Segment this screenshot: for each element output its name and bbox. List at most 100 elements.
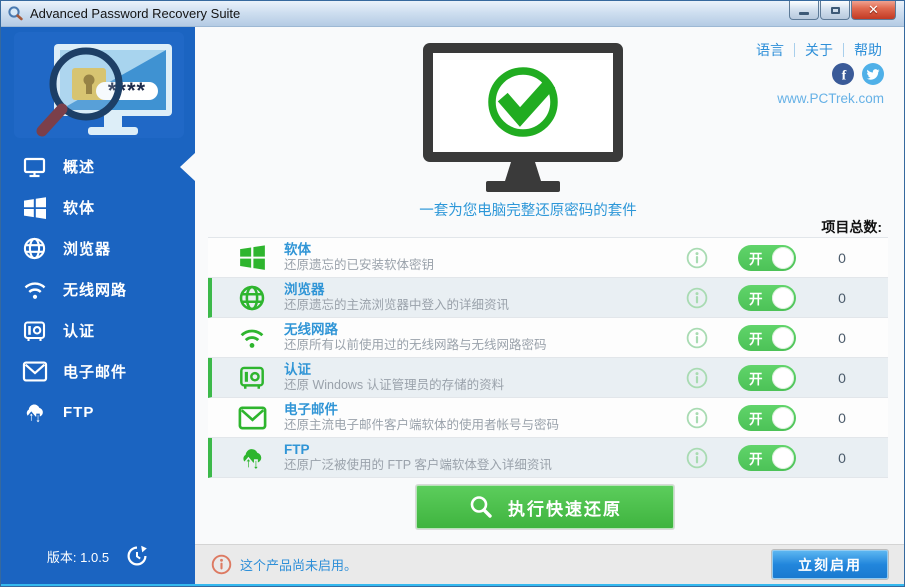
main-panel: 语言 关于 帮助 f www.PCTrek.com xyxy=(195,27,904,584)
feature-title: 认证 xyxy=(284,362,676,378)
feature-title: FTP xyxy=(284,442,676,458)
sidebar-item-label: 电子邮件 xyxy=(63,361,127,382)
envelope-icon xyxy=(21,361,48,382)
maximize-button[interactable] xyxy=(820,1,850,20)
facebook-icon[interactable]: f xyxy=(832,63,854,90)
cloud-ftp-icon xyxy=(21,400,48,425)
logo-illustration: **** xyxy=(14,32,184,138)
warning-info-icon xyxy=(211,554,232,575)
toggle-label: 开 xyxy=(749,288,763,308)
toggle-switch[interactable]: 开 xyxy=(738,245,796,271)
feature-row-software: 软体 还原遗忘的已安装软体密钥 开 0 xyxy=(208,238,888,278)
sidebar-item-email[interactable]: 电子邮件 xyxy=(1,351,195,392)
wifi-icon xyxy=(21,279,48,301)
feature-desc: 还原所有以前使用过的无线网路与无线网路密码 xyxy=(284,338,676,353)
sidebar-item-ftp[interactable]: FTP xyxy=(1,392,195,433)
toggle-switch[interactable]: 开 xyxy=(738,445,796,471)
hero-caption: 一套为您电脑完整还原密码的套件 xyxy=(323,199,733,220)
sidebar-item-overview[interactable]: 概述 xyxy=(1,146,195,187)
help-link[interactable]: 帮助 xyxy=(854,40,882,60)
toggle-switch[interactable]: 开 xyxy=(738,405,796,431)
website-link[interactable]: www.PCTrek.com xyxy=(777,91,884,106)
version-label: 版本: 1.0.5 xyxy=(47,547,109,566)
toggle-switch[interactable]: 开 xyxy=(738,365,796,391)
globe-icon xyxy=(21,236,48,261)
item-count: 0 xyxy=(796,330,888,346)
sidebar-item-label: 浏览器 xyxy=(63,238,111,259)
safe-icon xyxy=(237,364,267,391)
sidebar-item-label: FTP xyxy=(63,404,94,421)
feature-title: 无线网路 xyxy=(284,322,676,338)
sidebar-item-credentials[interactable]: 认证 xyxy=(1,310,195,351)
divider xyxy=(794,43,795,57)
cloud-ftp-icon xyxy=(237,444,267,472)
twitter-icon[interactable] xyxy=(862,63,884,90)
close-button[interactable]: ✕ xyxy=(851,1,896,20)
sidebar: **** 概述 软体 xyxy=(1,27,195,584)
app-magnifier-icon xyxy=(7,5,24,22)
divider xyxy=(843,43,844,57)
feature-row-email: 电子邮件 还原主流电子邮件客户端软体的使用者帐号与密码 开 0 xyxy=(208,398,888,438)
toggle-knob xyxy=(772,407,794,429)
about-link[interactable]: 关于 xyxy=(805,40,833,60)
info-icon[interactable] xyxy=(686,327,708,349)
toggle-switch[interactable]: 开 xyxy=(738,285,796,311)
info-icon[interactable] xyxy=(686,447,708,469)
feature-desc: 还原 Windows 认证管理员的存储的资料 xyxy=(284,378,676,393)
svg-text:f: f xyxy=(842,69,847,84)
sidebar-item-browser[interactable]: 浏览器 xyxy=(1,228,195,269)
toggle-knob xyxy=(772,367,794,389)
footer-bar: 这个产品尚未启用。 立刻启用 xyxy=(195,544,904,584)
activate-button[interactable]: 立刻启用 xyxy=(772,550,888,579)
total-items-label: 项目总数: xyxy=(821,217,882,237)
info-icon[interactable] xyxy=(686,287,708,309)
monitor-check-illustration xyxy=(423,43,623,197)
titlebar[interactable]: Advanced Password Recovery Suite ✕ xyxy=(1,1,904,27)
header-links: 语言 关于 帮助 xyxy=(756,40,882,60)
quick-recover-button[interactable]: 执行快速还原 xyxy=(416,485,674,529)
toggle-switch[interactable]: 开 xyxy=(738,325,796,351)
item-count: 0 xyxy=(796,410,888,426)
feature-table: 软体 还原遗忘的已安装软体密钥 开 0 xyxy=(208,237,888,478)
info-icon[interactable] xyxy=(686,367,708,389)
sidebar-item-label: 认证 xyxy=(63,320,95,341)
update-clock-icon[interactable] xyxy=(125,544,149,568)
sidebar-nav: 概述 软体 浏览器 无 xyxy=(1,146,195,534)
windows-icon xyxy=(237,244,267,271)
window-title: Advanced Password Recovery Suite xyxy=(30,6,240,21)
activation-notice: 这个产品尚未启用。 xyxy=(240,555,357,574)
feature-row-browser: 浏览器 还原遗忘的主流浏览器中登入的详细资讯 开 0 xyxy=(208,278,888,318)
toggle-knob xyxy=(772,287,794,309)
feature-desc: 还原遗忘的已安装软体密钥 xyxy=(284,258,676,273)
magnifier-icon xyxy=(468,494,494,520)
safe-icon xyxy=(21,319,48,343)
monitor-icon xyxy=(21,155,48,179)
sidebar-item-label: 软体 xyxy=(63,197,95,218)
info-icon[interactable] xyxy=(686,407,708,429)
toggle-label: 开 xyxy=(749,408,763,428)
feature-row-ftp: FTP 还原广泛被使用的 FTP 客户端软体登入详细资讯 开 0 xyxy=(208,438,888,478)
feature-row-credentials: 认证 还原 Windows 认证管理员的存储的资料 开 0 xyxy=(208,358,888,398)
app-window: Advanced Password Recovery Suite ✕ **** xyxy=(0,0,905,587)
language-link[interactable]: 语言 xyxy=(756,40,784,60)
feature-row-wireless: 无线网路 还原所有以前使用过的无线网路与无线网路密码 开 0 xyxy=(208,318,888,358)
feature-desc: 还原主流电子邮件客户端软体的使用者帐号与密码 xyxy=(284,418,676,433)
sidebar-item-label: 无线网路 xyxy=(63,279,127,300)
sidebar-item-software[interactable]: 软体 xyxy=(1,187,195,228)
sidebar-item-label: 概述 xyxy=(63,156,95,177)
sidebar-item-wireless[interactable]: 无线网路 xyxy=(1,269,195,310)
feature-title: 软体 xyxy=(284,242,676,258)
minimize-button[interactable] xyxy=(789,1,819,20)
feature-desc: 还原广泛被使用的 FTP 客户端软体登入详细资讯 xyxy=(284,458,676,473)
toggle-knob xyxy=(772,247,794,269)
item-count: 0 xyxy=(796,250,888,266)
globe-icon xyxy=(237,284,267,312)
wifi-icon xyxy=(237,326,267,350)
item-count: 0 xyxy=(796,450,888,466)
windows-icon xyxy=(21,196,48,220)
toggle-knob xyxy=(772,327,794,349)
envelope-icon xyxy=(237,406,267,430)
toggle-knob xyxy=(772,447,794,469)
toggle-label: 开 xyxy=(749,248,763,268)
info-icon[interactable] xyxy=(686,247,708,269)
